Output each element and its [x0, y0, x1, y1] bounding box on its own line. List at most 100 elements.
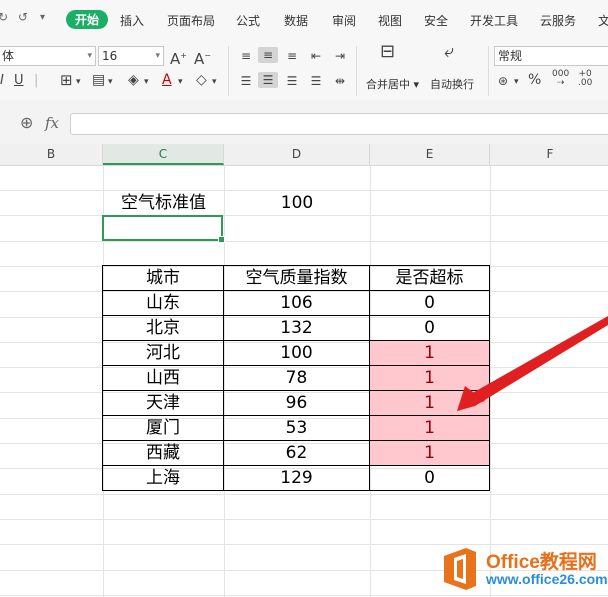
- city-cell[interactable]: 厦门: [102, 415, 224, 441]
- exceed-flag-cell[interactable]: 1: [369, 440, 490, 466]
- chevron-down-icon[interactable]: ▾: [514, 74, 519, 90]
- underline-icon[interactable]: U: [14, 73, 24, 89]
- tab-5[interactable]: 审阅: [332, 12, 356, 29]
- city-cell[interactable]: 河北: [102, 340, 224, 366]
- fill-handle[interactable]: [218, 236, 225, 243]
- tab-2[interactable]: 页面布局: [167, 12, 215, 29]
- column-header-b[interactable]: B: [0, 144, 103, 165]
- italic-icon[interactable]: I: [0, 73, 4, 89]
- threshold-value-cell[interactable]: 100: [224, 191, 370, 216]
- formula-bar: ⊕ fx: [0, 100, 608, 144]
- align-top-icon[interactable]: ≡: [236, 48, 256, 64]
- fx-icon[interactable]: fx: [45, 114, 59, 132]
- exceed-flag-cell[interactable]: 1: [369, 415, 490, 441]
- table-row: 山东 106 0: [102, 290, 490, 316]
- thousands-separator-icon[interactable]: 000 ⇢: [552, 70, 569, 88]
- font-size-select[interactable]: 16 ▾: [98, 46, 164, 66]
- font-name-select[interactable]: 体 ▾: [0, 46, 96, 66]
- zoom-icon[interactable]: ⊕: [20, 113, 33, 132]
- currency-icon[interactable]: ⊛: [498, 73, 508, 89]
- city-cell[interactable]: 上海: [102, 465, 224, 491]
- city-cell[interactable]: 西藏: [102, 440, 224, 466]
- red-arrow-annotation: [457, 316, 608, 411]
- number-format-select[interactable]: 常规: [494, 46, 608, 66]
- chevron-down-icon[interactable]: ▾: [108, 74, 113, 90]
- tab-8[interactable]: 开发工具: [470, 12, 518, 29]
- merge-center-label: 合并居中: [366, 78, 410, 91]
- increase-decimal-icon[interactable]: +0.00: [578, 70, 592, 88]
- table-header-cell[interactable]: 是否超标: [369, 265, 490, 291]
- clear-format-icon[interactable]: ◇: [196, 72, 207, 88]
- cell-style-icon[interactable]: ▤: [92, 72, 105, 88]
- fill-color-icon[interactable]: ◈: [128, 72, 139, 88]
- increase-indent-icon[interactable]: ⇥: [330, 48, 350, 64]
- merge-center-icon[interactable]: ⊟: [380, 43, 395, 61]
- chevron-down-icon[interactable]: ▾: [144, 74, 149, 90]
- auto-wrap-icon[interactable]: ⤶: [444, 43, 454, 61]
- tab-9[interactable]: 云服务: [540, 12, 576, 29]
- tab-1[interactable]: 插入: [120, 12, 144, 29]
- chevron-down-icon[interactable]: ▾: [212, 74, 217, 90]
- tab-10[interactable]: 文: [598, 12, 608, 29]
- distributed-align-icon[interactable]: ⇹: [330, 73, 350, 89]
- aqi-cell[interactable]: 129: [223, 465, 370, 491]
- tab-6[interactable]: 视图: [378, 12, 402, 29]
- font-name-value: 体: [2, 49, 15, 63]
- border-icon[interactable]: ⊞: [60, 72, 73, 88]
- decrease-font-icon[interactable]: A−: [194, 48, 211, 67]
- align-center-icon[interactable]: ☰: [258, 72, 278, 88]
- tab-7[interactable]: 安全: [424, 12, 448, 29]
- column-header-c[interactable]: C: [103, 144, 224, 165]
- aqi-cell[interactable]: 62: [223, 440, 370, 466]
- aqi-cell[interactable]: 53: [223, 415, 370, 441]
- active-cell-c3[interactable]: [102, 215, 225, 243]
- aqi-cell[interactable]: 96: [223, 390, 370, 416]
- justify-icon[interactable]: ☰: [306, 73, 326, 89]
- tab-4[interactable]: 数据: [284, 12, 308, 29]
- aqi-cell[interactable]: 106: [223, 290, 370, 316]
- separator-icon: |: [34, 73, 39, 88]
- table-header-cell[interactable]: 空气质量指数: [223, 265, 370, 291]
- tab-0[interactable]: 开始: [66, 10, 109, 29]
- formula-input[interactable]: [70, 113, 608, 135]
- threshold-label-cell[interactable]: 空气标准值: [103, 191, 224, 216]
- column-header-e[interactable]: E: [370, 144, 490, 165]
- office-logo-icon: [444, 548, 476, 590]
- aqi-cell[interactable]: 78: [223, 365, 370, 391]
- increase-font-icon[interactable]: A+: [170, 48, 187, 67]
- city-cell[interactable]: 山西: [102, 365, 224, 391]
- percent-button[interactable]: %: [528, 72, 541, 88]
- city-cell[interactable]: 天津: [102, 390, 224, 416]
- city-cell[interactable]: 山东: [102, 290, 224, 316]
- column-header-f[interactable]: F: [490, 144, 608, 165]
- chevron-down-icon[interactable]: ▾: [76, 74, 81, 90]
- align-middle-icon[interactable]: ≡: [258, 47, 278, 63]
- chevron-down-icon: ▾: [155, 51, 160, 61]
- table-header-cell[interactable]: 城市: [102, 265, 224, 291]
- aqi-cell[interactable]: 100: [223, 340, 370, 366]
- font-color-icon[interactable]: A: [162, 72, 172, 88]
- table-row: 西藏 62 1: [102, 440, 490, 466]
- aqi-table: 城市 空气质量指数 是否超标 山东 106 0 北京 132 0 河北 100 1 山西 78 1 天津 96 1…: [102, 265, 490, 491]
- grid-row-line: [0, 241, 608, 242]
- city-cell[interactable]: 北京: [102, 315, 224, 341]
- merge-center-button[interactable]: 合并居中 ▾: [366, 76, 419, 92]
- spreadsheet-grid[interactable]: 空气标准值 100 城市 空气质量指数 是否超标 山东 106 0 北京 132 0 河北 100 1…: [0, 166, 608, 597]
- exceed-flag-cell[interactable]: 0: [369, 465, 490, 491]
- decrease-indent-icon[interactable]: ⇤: [306, 48, 326, 64]
- tab-3[interactable]: 公式: [236, 12, 260, 29]
- redo-icon[interactable]: ↻: [0, 10, 8, 24]
- align-left-icon[interactable]: ☰: [236, 73, 256, 89]
- exceed-flag-cell[interactable]: 0: [369, 290, 490, 316]
- align-bottom-icon[interactable]: ≡: [282, 48, 302, 64]
- table-row: 上海 129 0: [102, 465, 490, 491]
- align-right-icon[interactable]: ☰: [282, 73, 302, 89]
- number-format-value: 常规: [498, 49, 523, 63]
- quick-access-dropdown-icon[interactable]: ▾: [40, 12, 45, 23]
- column-header-d[interactable]: D: [224, 144, 370, 165]
- auto-wrap-button[interactable]: 自动换行: [430, 76, 474, 92]
- table-row: 北京 132 0: [102, 315, 490, 341]
- chevron-down-icon[interactable]: ▾: [178, 74, 183, 90]
- aqi-cell[interactable]: 132: [223, 315, 370, 341]
- undo-icon[interactable]: ↺: [18, 10, 28, 24]
